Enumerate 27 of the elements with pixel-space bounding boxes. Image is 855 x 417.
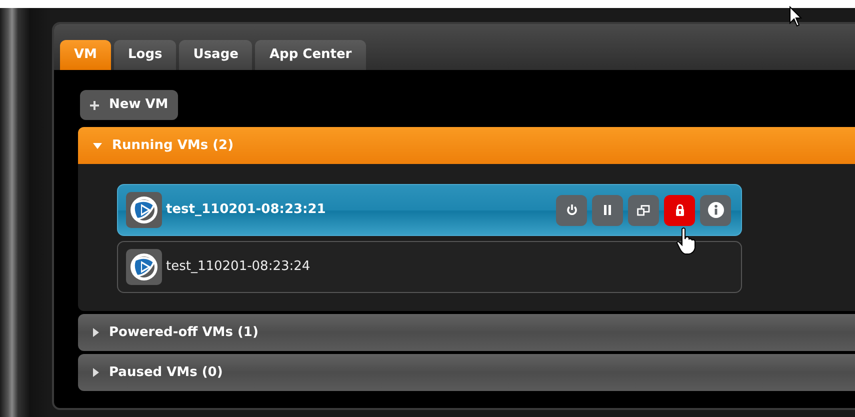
caret-icon [93,368,99,377]
console-button[interactable] [628,194,659,226]
caret-icon [93,142,102,148]
tab[interactable]: Logs [114,40,176,70]
vm-logo-icon [126,192,162,228]
section-header[interactable]: Paused VMs (0) [78,354,855,391]
tab[interactable]: App Center [255,40,366,70]
info-icon [708,202,724,218]
hand-cursor-icon [676,227,698,255]
pause-icon [603,205,612,215]
new-vm-button[interactable]: New VM [80,90,178,120]
tab[interactable]: Usage [179,40,252,70]
vm-name: test_110201-08:23:21 [166,201,327,220]
info-button[interactable] [700,194,731,226]
power-button[interactable] [556,194,587,226]
vm-row[interactable]: test_110201-08:23:24 [117,241,742,293]
pause-button[interactable] [592,194,623,226]
vm-name: test_110201-08:23:24 [166,258,312,276]
lock-button[interactable] [664,194,695,226]
section-header[interactable]: Powered-off VMs (1) [78,314,855,351]
power-icon [566,204,578,216]
vm-row[interactable]: test_110201-08:23:21 [117,184,742,236]
caret-icon [93,328,99,337]
lock-icon [674,204,684,216]
plus-icon [90,100,99,110]
vm-logo-icon [126,249,162,285]
windows-icon [637,204,650,216]
